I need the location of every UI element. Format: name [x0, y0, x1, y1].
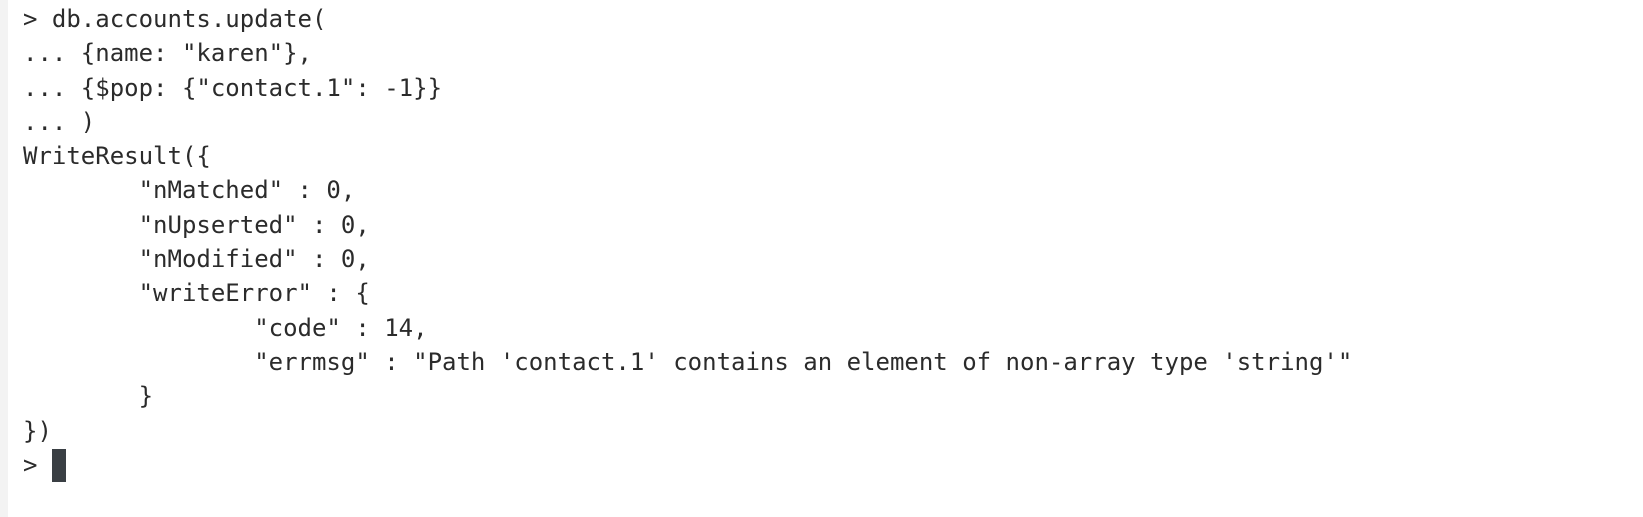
text-cursor[interactable] — [51, 448, 66, 482]
terminal-output[interactable]: > db.accounts.update( ... {name: "karen"… — [0, 0, 1643, 517]
output-line: "nModified" : 0, — [23, 245, 370, 274]
command-continuation-line: ... ) — [23, 107, 96, 136]
output-line: "code" : 14, — [23, 313, 428, 342]
command-continuation-line: ... {$pop: {"contact.1": -1}} — [23, 73, 443, 102]
output-line: "nUpserted" : 0, — [23, 210, 370, 239]
prompt-symbol: > — [23, 450, 52, 479]
output-line: }) — [23, 416, 52, 445]
output-line: "nMatched" : 0, — [23, 176, 356, 205]
terminal-left-border — [0, 0, 8, 517]
command-line: > db.accounts.update( — [23, 5, 327, 33]
error-message-line: "errmsg" : "Path 'contact.1' contains an… — [23, 347, 1353, 376]
command-continuation-line: ... {name: "karen"}, — [23, 39, 312, 68]
input-prompt-line[interactable]: > — [23, 448, 1643, 482]
output-line: WriteResult({ — [23, 142, 211, 171]
output-line: } — [23, 382, 154, 411]
output-line: "writeError" : { — [23, 279, 370, 308]
